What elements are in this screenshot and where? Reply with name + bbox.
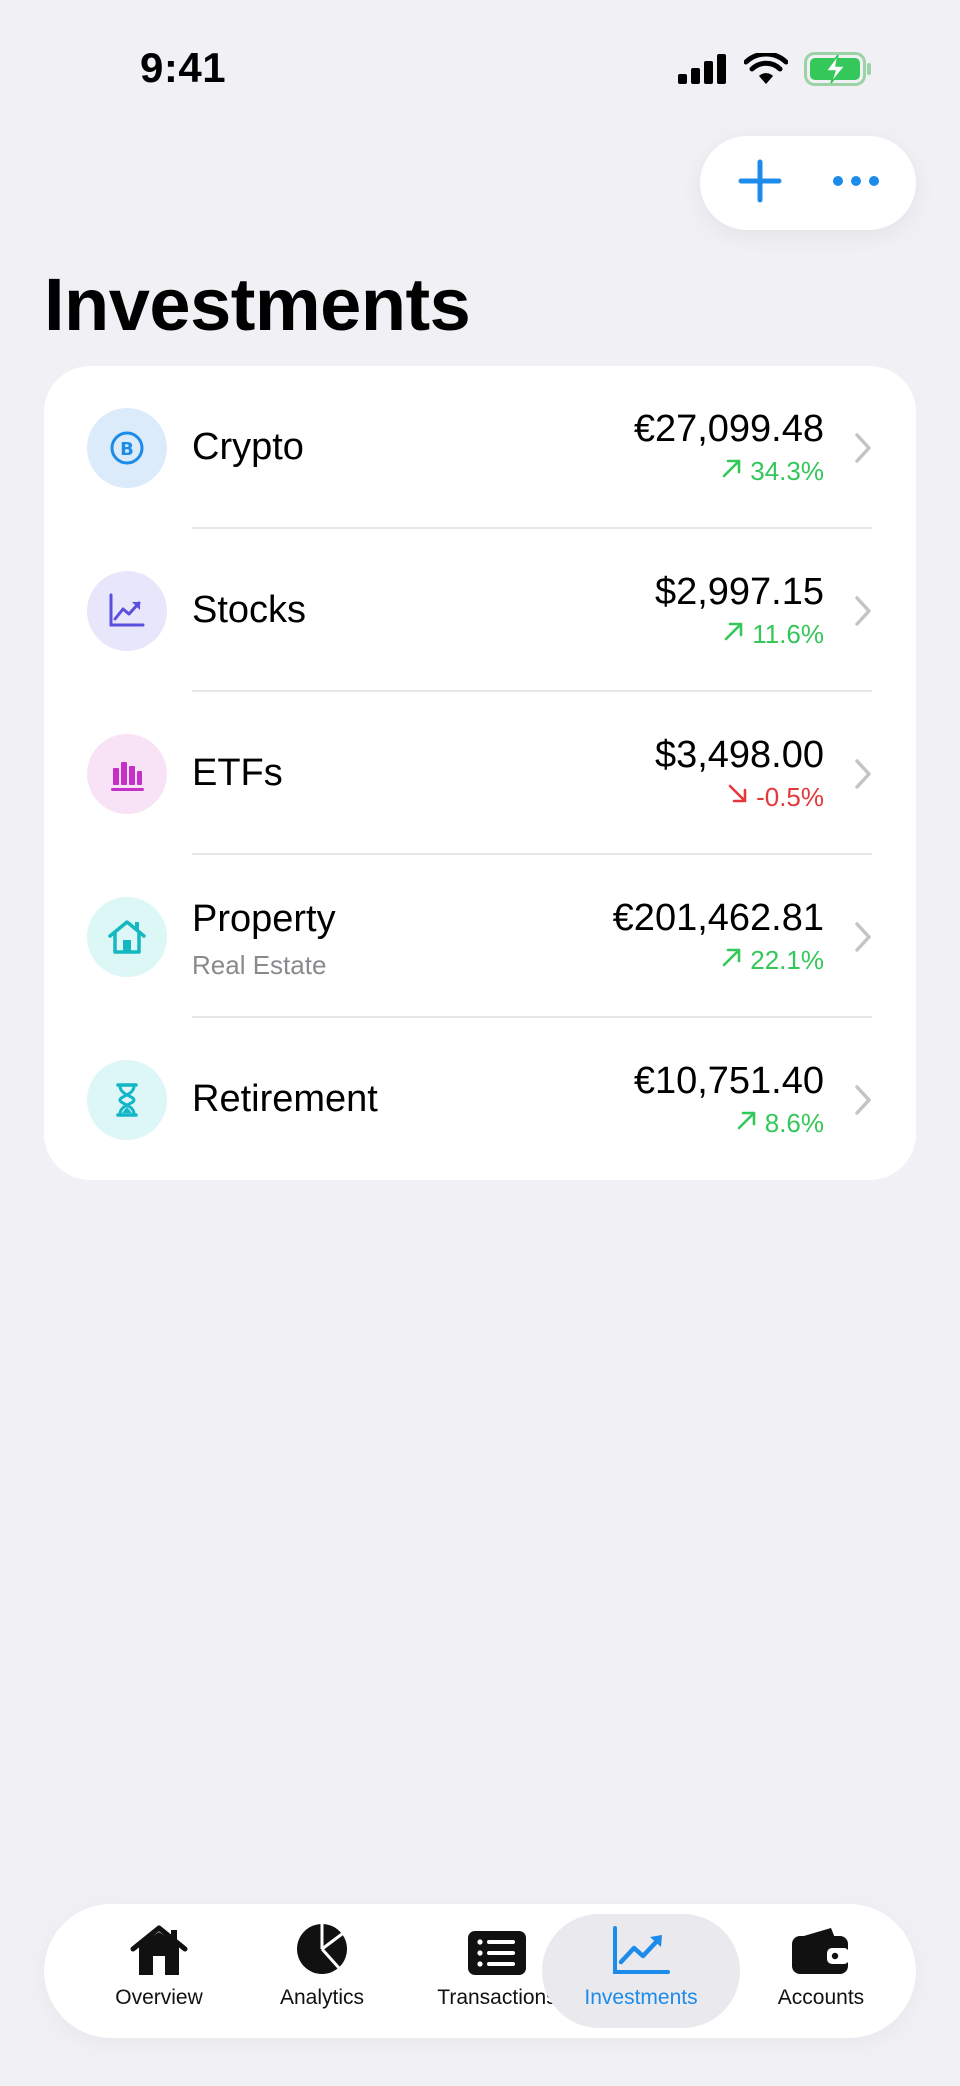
status-time: 9:41: [140, 44, 227, 91]
list-item-etfs[interactable]: ETFs $3,498.00 -0.5%: [44, 692, 916, 855]
chevron-right-icon: [854, 432, 872, 469]
house-icon: [87, 897, 167, 977]
plus-icon: [738, 159, 782, 208]
item-amount: €201,462.81: [612, 897, 824, 939]
arrow-down-right-icon: [726, 782, 750, 813]
tab-label: Transactions: [437, 1986, 557, 2009]
list-item-property[interactable]: Property Real Estate €201,462.81 22.1%: [44, 855, 916, 1018]
bitcoin-icon: B: [87, 408, 167, 488]
svg-text:B: B: [120, 439, 134, 460]
tab-overview[interactable]: Overview: [90, 1914, 228, 2028]
add-button[interactable]: [728, 151, 792, 215]
item-name: ETFs: [192, 752, 283, 794]
item-name: Stocks: [192, 589, 307, 631]
chevron-right-icon: [854, 595, 872, 632]
item-change-value: 22.1%: [750, 945, 824, 975]
pie-chart-icon: [295, 1914, 349, 1976]
item-change: 22.1%: [720, 945, 824, 976]
chevron-right-icon: [854, 921, 872, 958]
item-change-value: 34.3%: [750, 456, 824, 486]
tab-label: Investments: [584, 1986, 698, 2009]
tab-label: Accounts: [777, 1986, 865, 2009]
chevron-right-icon: [854, 758, 872, 795]
tab-bar: Overview Analytics Transactions Investme…: [44, 1904, 916, 2038]
ellipsis-icon: [832, 174, 880, 192]
item-name: Retirement: [192, 1078, 378, 1120]
arrow-up-right-icon: [720, 456, 744, 487]
arrow-up-right-icon: [722, 619, 746, 650]
tab-accounts[interactable]: Accounts: [756, 1914, 886, 2028]
header-actions: [700, 136, 916, 230]
more-button[interactable]: [824, 151, 888, 215]
page-title: Investments: [44, 263, 471, 346]
item-amount: €27,099.48: [633, 408, 824, 450]
battery-charging-icon: [804, 52, 872, 86]
hourglass-icon: [87, 1060, 167, 1140]
list-item-retirement[interactable]: Retirement €10,751.40 8.6%: [44, 1018, 916, 1180]
arrow-up-right-icon: [720, 945, 744, 976]
tab-investments[interactable]: Investments: [542, 1914, 740, 2028]
tab-label: Overview: [115, 1986, 203, 2009]
chart-line-icon: [612, 1914, 670, 1976]
item-change: 11.6%: [722, 619, 824, 650]
tab-analytics[interactable]: Analytics: [252, 1914, 392, 2028]
item-change: 8.6%: [735, 1108, 824, 1139]
item-amount: $3,498.00: [654, 734, 824, 776]
item-name: Property: [192, 898, 336, 940]
item-change-value: 11.6%: [752, 619, 824, 649]
list-item-crypto[interactable]: B Crypto €27,099.48 34.3%: [44, 366, 916, 529]
item-name: Crypto: [192, 426, 304, 468]
item-subtitle: Real Estate: [192, 950, 327, 980]
list-item-stocks[interactable]: Stocks $2,997.15 11.6%: [44, 529, 916, 692]
item-amount: €10,751.40: [633, 1060, 824, 1102]
house-fill-icon: [129, 1914, 189, 1976]
list-icon: [467, 1914, 527, 1976]
wifi-icon: [744, 53, 788, 85]
chart-line-icon: [87, 571, 167, 651]
wallet-icon: [791, 1914, 851, 1976]
item-change: -0.5%: [726, 782, 824, 813]
item-change-value: -0.5%: [756, 782, 824, 812]
chevron-right-icon: [854, 1084, 872, 1121]
arrow-up-right-icon: [735, 1108, 759, 1139]
item-amount: $2,997.15: [654, 571, 824, 613]
bar-chart-icon: [87, 734, 167, 814]
tab-label: Analytics: [279, 1986, 365, 2009]
item-change: 34.3%: [720, 456, 824, 487]
investments-screen: 9:41 Investments B Crypto €27,099.48 34.…: [0, 0, 960, 2086]
item-change-value: 8.6%: [764, 1108, 824, 1138]
investments-list: B Crypto €27,099.48 34.3% Stocks $2,997.…: [44, 366, 916, 1180]
cellular-signal-icon: [678, 54, 728, 84]
status-icons: [678, 52, 872, 86]
